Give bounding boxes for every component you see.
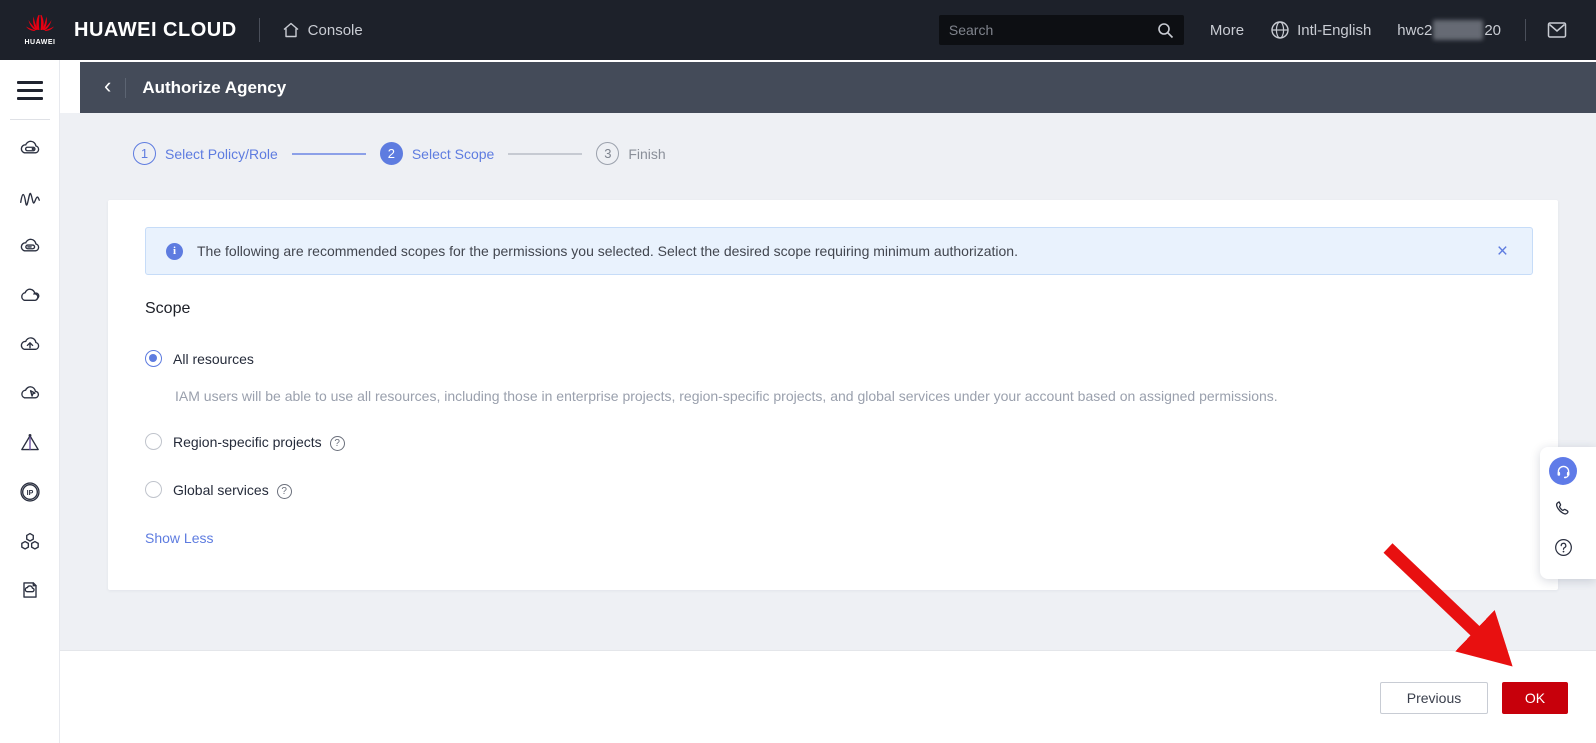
scope-heading: Scope xyxy=(145,300,190,318)
step-1-label: Select Policy/Role xyxy=(165,146,278,162)
step-wizard: 1 Select Policy/Role 2 Select Scope 3 Fi… xyxy=(133,142,666,165)
language-selector[interactable]: Intl-English xyxy=(1270,20,1371,40)
sidebar-item-prism[interactable] xyxy=(6,418,54,467)
huawei-logo[interactable]: HUAWEI xyxy=(18,14,62,46)
scope-card: i The following are recommended scopes f… xyxy=(108,200,1558,590)
step-1-circle: 1 xyxy=(133,142,156,165)
phone-icon xyxy=(1553,499,1573,519)
radio-region-specific-label: Region-specific projects xyxy=(173,434,322,450)
home-icon xyxy=(282,21,300,39)
page-titlebar: ‹ Authorize Agency xyxy=(80,62,1596,113)
mail-icon[interactable] xyxy=(1546,19,1568,41)
sidebar-item-cloud-server[interactable] xyxy=(6,124,54,173)
help-icon[interactable]: ? xyxy=(277,484,292,499)
sidebar-divider xyxy=(10,119,50,120)
radio-all-resources[interactable]: All resources xyxy=(145,350,254,367)
sidebar-item-document[interactable] xyxy=(6,565,54,614)
step-connector-done xyxy=(292,153,366,155)
ok-button[interactable]: OK xyxy=(1502,682,1568,714)
search-input[interactable] xyxy=(949,22,1157,38)
previous-button[interactable]: Previous xyxy=(1380,682,1488,714)
sidebar-item-eip[interactable]: IP xyxy=(6,467,54,516)
console-link[interactable]: Console xyxy=(282,21,363,39)
show-less-link[interactable]: Show Less xyxy=(145,530,213,546)
search-box[interactable] xyxy=(939,15,1184,45)
console-label: Console xyxy=(308,22,363,39)
step-2-label: Select Scope xyxy=(412,146,495,162)
step-select-scope: 2 Select Scope xyxy=(380,142,495,165)
radio-unselected-icon[interactable] xyxy=(145,433,162,450)
sidebar-item-cloud-upload[interactable] xyxy=(6,320,54,369)
step-select-policy-role: 1 Select Policy/Role xyxy=(133,142,278,165)
left-sidebar: IP xyxy=(0,60,60,743)
account-prefix: hwc2 xyxy=(1397,22,1432,39)
account-menu[interactable]: hwc2 20 xyxy=(1397,20,1501,40)
huawei-logo-caption: HUAWEI xyxy=(25,39,56,46)
radio-global-services-label: Global services xyxy=(173,482,269,498)
more-label: More xyxy=(1210,22,1244,39)
sidebar-item-cloud-pointer[interactable] xyxy=(6,369,54,418)
search-icon[interactable] xyxy=(1157,22,1174,39)
sidebar-item-cluster[interactable] xyxy=(6,516,54,565)
step-connector-pending xyxy=(508,153,582,155)
radio-global-services[interactable]: Global services ? xyxy=(145,480,292,499)
sidebar-item-waves[interactable] xyxy=(6,173,54,222)
info-icon: i xyxy=(166,243,183,260)
account-suffix: 20 xyxy=(1484,22,1501,39)
ip-circle-icon: IP xyxy=(18,480,42,504)
help-support-button[interactable] xyxy=(1549,533,1577,561)
menu-hamburger-icon[interactable] xyxy=(17,76,43,105)
info-banner-text: The following are recommended scopes for… xyxy=(197,243,1018,259)
banner-close-icon[interactable]: × xyxy=(1493,240,1512,263)
help-icon[interactable]: ? xyxy=(330,436,345,451)
top-header: HUAWEI HUAWEI CLOUD Console More Intl-En… xyxy=(0,0,1596,60)
huawei-flower-icon xyxy=(25,14,55,38)
globe-icon xyxy=(1270,20,1290,40)
phone-support-button[interactable] xyxy=(1549,495,1577,523)
radio-all-resources-label: All resources xyxy=(173,351,254,367)
waves-icon xyxy=(18,186,42,210)
document-cloud-icon xyxy=(18,578,42,602)
cloud-host-icon xyxy=(18,235,42,259)
back-button[interactable]: ‹ xyxy=(80,75,125,101)
cloud-pointer-icon xyxy=(18,382,42,406)
step-2-circle: 2 xyxy=(380,142,403,165)
question-circle-icon xyxy=(1553,537,1574,558)
more-menu[interactable]: More xyxy=(1210,22,1244,39)
all-resources-description: IAM users will be able to use all resour… xyxy=(175,388,1505,404)
svg-text:IP: IP xyxy=(26,488,33,496)
brand-title: HUAWEI CLOUD xyxy=(74,19,237,42)
radio-selected-icon[interactable] xyxy=(145,350,162,367)
prism-icon xyxy=(18,431,42,455)
action-footer: Previous OK xyxy=(60,650,1596,743)
radio-region-specific[interactable]: Region-specific projects ? xyxy=(145,432,345,451)
cloud-icon xyxy=(18,284,42,308)
radio-unselected-icon[interactable] xyxy=(145,481,162,498)
cloud-upload-icon xyxy=(18,333,42,357)
sidebar-item-cloud[interactable] xyxy=(6,271,54,320)
info-banner: i The following are recommended scopes f… xyxy=(145,227,1533,275)
sidebar-item-cloud-host[interactable] xyxy=(6,222,54,271)
headset-icon xyxy=(1555,463,1572,480)
header-separator-2 xyxy=(1525,19,1526,41)
language-label: Intl-English xyxy=(1297,22,1371,39)
titlebar-separator xyxy=(125,78,126,98)
support-float-panel xyxy=(1540,447,1596,579)
step-3-label: Finish xyxy=(628,146,665,162)
cluster-icon xyxy=(18,529,42,553)
page-title: Authorize Agency xyxy=(142,78,286,98)
account-redaction-blur xyxy=(1433,20,1483,40)
header-separator xyxy=(259,18,260,42)
step-3-circle: 3 xyxy=(596,142,619,165)
step-finish: 3 Finish xyxy=(596,142,665,165)
support-chat-button[interactable] xyxy=(1549,457,1577,485)
cloud-server-icon xyxy=(18,137,42,161)
